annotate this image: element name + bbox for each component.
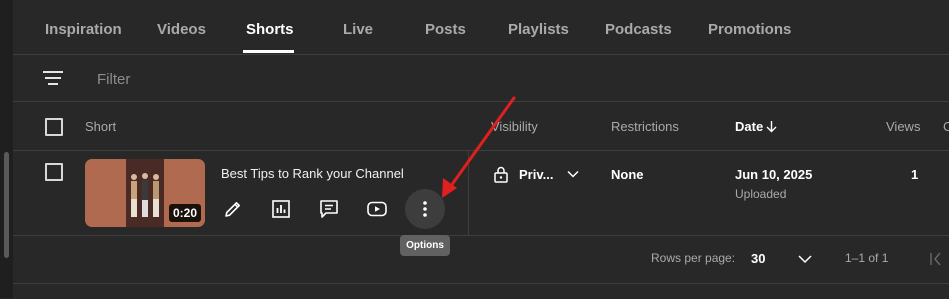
tab-playlists[interactable]: Playlists	[508, 21, 569, 38]
tab-posts[interactable]: Posts	[425, 21, 466, 38]
filter-input[interactable]: Filter	[97, 71, 130, 88]
header-restrictions[interactable]: Restrictions	[611, 119, 679, 134]
rows-per-page-label: Rows per page:	[651, 251, 736, 265]
visibility-value[interactable]: Priv...	[519, 167, 553, 182]
edit-icon[interactable]	[222, 198, 244, 220]
video-thumbnail[interactable]: 0:20	[85, 159, 205, 227]
chevron-down-icon[interactable]	[797, 252, 813, 266]
channel-tabs	[13, 0, 949, 55]
views-value: 1	[911, 167, 919, 182]
options-tooltip: Options	[400, 235, 450, 256]
header-views[interactable]: Views	[886, 119, 920, 134]
vertical-scrollbar[interactable]	[4, 152, 9, 258]
comments-icon[interactable]	[318, 198, 340, 220]
duration-badge: 0:20	[168, 204, 201, 222]
first-page-icon[interactable]	[928, 251, 944, 267]
lock-icon	[494, 166, 508, 183]
header-date[interactable]: Date	[735, 119, 763, 134]
analytics-icon[interactable]	[270, 198, 292, 220]
header-comments[interactable]: C	[943, 119, 949, 134]
video-title[interactable]: Best Tips to Rank your Channel	[221, 166, 404, 181]
row-checkbox[interactable]	[45, 163, 63, 181]
tab-promotions[interactable]: Promotions	[708, 21, 791, 38]
tab-live[interactable]: Live	[343, 21, 373, 38]
tab-shorts[interactable]: Shorts	[246, 21, 294, 38]
rows-per-page-select[interactable]: 30	[751, 251, 765, 266]
pagination-range: 1–1 of 1	[845, 251, 889, 265]
tab-podcasts[interactable]: Podcasts	[605, 21, 672, 38]
tab-inspiration[interactable]: Inspiration	[45, 21, 122, 38]
sort-arrow-down-icon[interactable]	[765, 120, 778, 133]
chevron-down-icon[interactable]	[566, 167, 580, 181]
date-value: Jun 10, 2025	[735, 167, 813, 182]
thumbnail-people-image	[131, 173, 159, 217]
restrictions-value: None	[611, 167, 644, 182]
filter-icon[interactable]	[43, 70, 63, 86]
select-all-checkbox[interactable]	[45, 118, 63, 136]
header-short: Short	[85, 119, 117, 134]
bottom-divider	[13, 283, 949, 299]
annotation-arrow-icon	[442, 96, 516, 198]
active-tab-indicator	[243, 50, 294, 53]
tab-videos[interactable]: Videos	[157, 21, 206, 38]
youtube-icon[interactable]	[366, 198, 388, 220]
date-status: Uploaded	[735, 187, 787, 201]
